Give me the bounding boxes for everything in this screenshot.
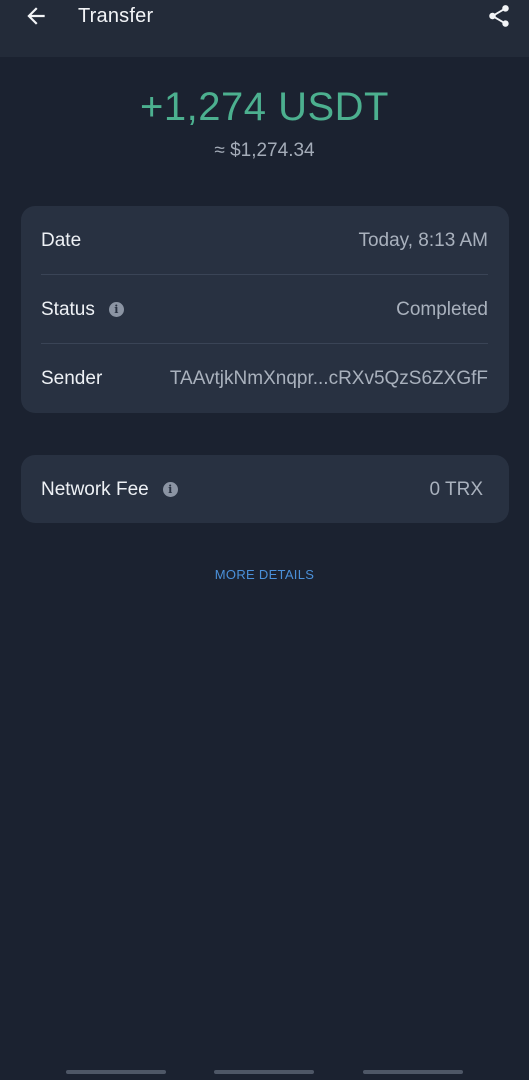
share-button[interactable] — [485, 2, 513, 30]
network-fee-value: 0 TRX — [429, 478, 483, 500]
network-fee-row: Network Fee i 0 TRX — [41, 455, 483, 524]
nav-handle[interactable] — [363, 1070, 463, 1074]
transfer-amount: +1,274 USDT — [140, 85, 389, 129]
more-details-link[interactable]: MORE DETAILS — [0, 567, 529, 582]
back-button[interactable] — [22, 2, 50, 30]
share-icon — [489, 5, 509, 27]
status-row: Status i Completed — [41, 275, 488, 344]
sender-address[interactable]: TAAvtjkNmXnqpr...cRXv5QzS6ZXGfF — [170, 368, 488, 390]
network-fee-card: Network Fee i 0 TRX — [21, 455, 509, 523]
status-label: Status — [41, 298, 95, 320]
fiat-equivalent: ≈ $1,274.34 — [214, 140, 315, 161]
info-icon[interactable]: i — [108, 302, 124, 317]
status-value: Completed — [396, 298, 488, 320]
sender-label: Sender — [41, 367, 103, 389]
nav-handle[interactable] — [214, 1070, 314, 1074]
network-fee-label: Network Fee — [41, 478, 149, 500]
page-title: Transfer — [78, 5, 154, 27]
arrow-left-icon — [27, 7, 45, 25]
app-bar: Transfer — [0, 0, 529, 57]
transaction-details-card: Date Today, 8:13 AM Status i Completed S… — [21, 206, 509, 413]
date-row: Date Today, 8:13 AM — [41, 206, 488, 275]
date-label: Date — [41, 229, 82, 251]
nav-handle[interactable] — [66, 1070, 166, 1074]
date-value: Today, 8:13 AM — [358, 229, 488, 251]
sender-row: Sender TAAvtjkNmXnqpr...cRXv5QzS6ZXGfF — [41, 344, 488, 413]
info-icon[interactable]: i — [162, 482, 178, 497]
system-nav-bar — [0, 1070, 529, 1076]
